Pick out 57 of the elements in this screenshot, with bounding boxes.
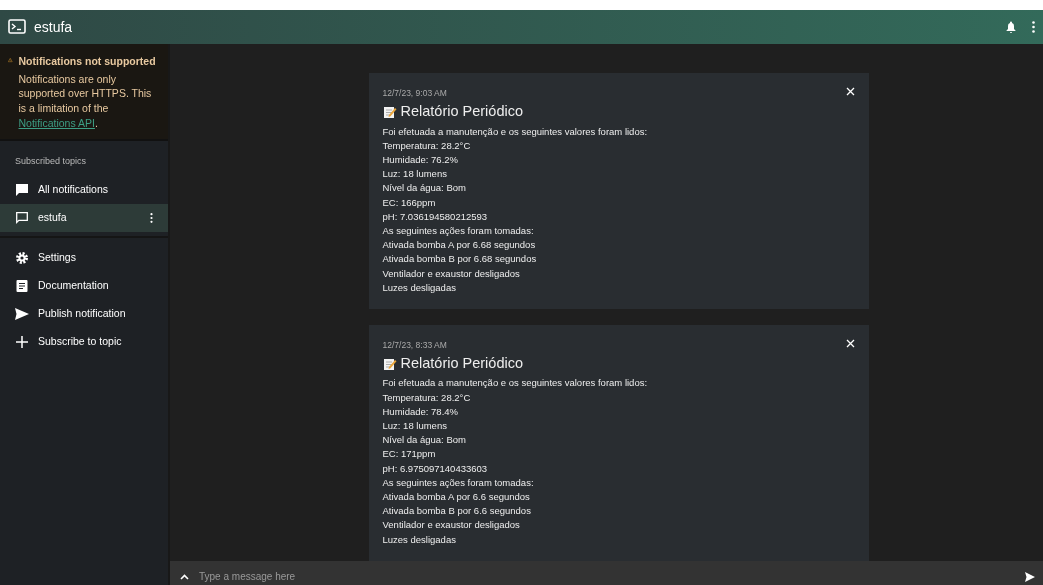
message-input[interactable]: Type a message here — [197, 568, 1017, 585]
settings-icon — [15, 251, 29, 265]
message-line: Foi efetuada a manutenção e os seguintes valores foram lidos: — [382, 376, 649, 391]
message-line: Luz: 18 lumens — [382, 419, 448, 434]
sidebar-item[interactable]: Documentation — [0, 272, 168, 300]
warning-text: Notifications are only supported over HTTPS. This is a limitation of the Notifications API. — [18, 71, 153, 131]
message-line: Foi efetuada a manutenção e os seguintes valores foram lidos: — [382, 124, 649, 139]
sidebar-item[interactable]: Publish notification — [0, 300, 168, 328]
terminal-icon — [8, 19, 26, 35]
message-line: pH: 6.975097140433603 — [382, 461, 489, 476]
expand-icon[interactable] — [180, 573, 189, 580]
notifications-api-link[interactable]: Notifications API — [18, 116, 95, 129]
message-line: EC: 171ppm — [382, 447, 437, 462]
document-icon — [15, 279, 29, 293]
notification-bell-icon[interactable] — [1006, 21, 1016, 33]
sidebar-item[interactable]: Subscribe to topic — [0, 328, 168, 356]
message-line: Nível da água: Bom — [382, 433, 467, 448]
message-line: Temperatura: 28.2°C — [382, 390, 472, 405]
message-line: Luzes desligadas — [382, 280, 457, 295]
message-composer[interactable]: Type a message here — [170, 560, 1043, 585]
section-label: Subscribed topics — [14, 154, 88, 168]
message-line: Ventilador e exaustor desligados — [382, 518, 521, 533]
more-menu-icon[interactable] — [1032, 21, 1035, 33]
warning-title: Notifications not supported — [18, 54, 157, 69]
message-line: As seguintes ações foram tomadas: — [382, 475, 535, 490]
chat-icon — [15, 183, 29, 197]
app-title: estufa — [34, 17, 73, 37]
notification-time: 12/7/23, 8:33 AM — [382, 338, 447, 352]
notification-title: Relatório Periódico — [400, 353, 523, 373]
message-line: Temperatura: 28.2°C — [382, 138, 472, 153]
close-button[interactable] — [845, 87, 855, 96]
topic-item[interactable]: All notifications — [0, 176, 168, 204]
message-line: Ativada bomba B por 6.68 segundos — [382, 252, 538, 267]
message-line: Luzes desligadas — [382, 532, 457, 547]
message-line: Ventilador e exaustor desligados — [382, 266, 521, 281]
chat-icon — [15, 211, 29, 225]
message-line: Ativada bomba A por 6.6 segundos — [382, 490, 531, 505]
memo-icon — [382, 104, 397, 119]
send-icon[interactable] — [1025, 571, 1035, 582]
notification-time: 12/7/23, 9:03 AM — [382, 87, 447, 100]
more-menu-icon[interactable] — [150, 213, 153, 223]
topic-item[interactable]: estufa — [0, 204, 168, 232]
close-button[interactable] — [845, 338, 855, 348]
message-line: Humidade: 76.2% — [382, 152, 460, 167]
sidebar-item[interactable]: Settings — [0, 244, 168, 272]
message-line: Ativada bomba A por 6.68 segundos — [382, 238, 537, 253]
message-line: Humidade: 78.4% — [382, 404, 460, 419]
memo-icon — [382, 356, 397, 371]
notification-title: Relatório Periódico — [400, 101, 523, 121]
message-line: EC: 166ppm — [382, 195, 437, 210]
message-line: pH: 7.036194580212593 — [382, 209, 489, 224]
plus-icon — [15, 335, 29, 349]
message-line: As seguintes ações foram tomadas: — [382, 223, 535, 238]
message-line: Nível da água: Bom — [382, 181, 467, 196]
message-line: Ativada bomba B por 6.6 segundos — [382, 504, 532, 519]
send-icon — [15, 307, 29, 321]
message-line: Luz: 18 lumens — [382, 167, 448, 182]
